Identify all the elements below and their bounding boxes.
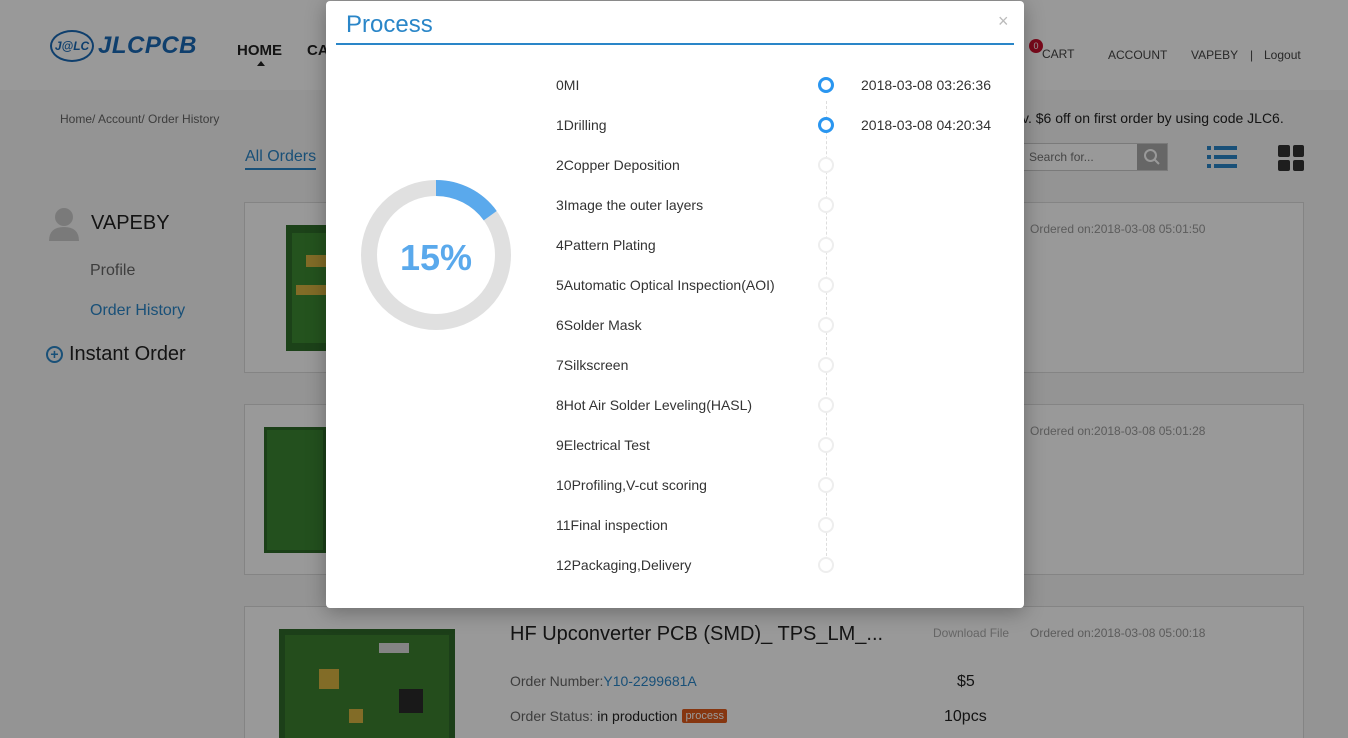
process-step: 6Solder Mask bbox=[556, 311, 1016, 341]
step-label: 11Final inspection bbox=[556, 517, 668, 533]
step-label: 5Automatic Optical Inspection(AOI) bbox=[556, 277, 775, 293]
process-step: 0MI 2018-03-08 03:26:36 bbox=[556, 71, 1016, 101]
step-pending-dot-icon bbox=[818, 197, 834, 213]
process-step: 12Packaging,Delivery bbox=[556, 551, 1016, 581]
step-label: 8Hot Air Solder Leveling(HASL) bbox=[556, 397, 753, 413]
step-pending-dot-icon bbox=[818, 277, 834, 293]
step-label: 0MI bbox=[556, 77, 580, 93]
process-step: 9Electrical Test bbox=[556, 431, 1016, 461]
step-time: 2018-03-08 04:20:34 bbox=[861, 117, 991, 133]
modal-divider bbox=[336, 43, 1014, 45]
step-label: 12Packaging,Delivery bbox=[556, 557, 692, 573]
process-step: 10Profiling,V-cut scoring bbox=[556, 471, 1016, 501]
process-step: 1Drilling 2018-03-08 04:20:34 bbox=[556, 111, 1016, 141]
progress-percent: 15% bbox=[399, 237, 473, 278]
step-pending-dot-icon bbox=[818, 157, 834, 173]
step-pending-dot-icon bbox=[818, 477, 834, 493]
step-pending-dot-icon bbox=[818, 317, 834, 333]
process-step: 5Automatic Optical Inspection(AOI) bbox=[556, 271, 1016, 301]
step-label: 6Solder Mask bbox=[556, 317, 642, 333]
step-time: 2018-03-08 03:26:36 bbox=[861, 77, 991, 93]
step-label: 4Pattern Plating bbox=[556, 237, 656, 253]
process-step: 7Silkscreen bbox=[556, 351, 1016, 381]
modal-title: Process bbox=[346, 11, 433, 38]
process-step: 3Image the outer layers bbox=[556, 191, 1016, 221]
step-label: 10Profiling,V-cut scoring bbox=[556, 477, 707, 493]
step-pending-dot-icon bbox=[818, 557, 834, 573]
step-pending-dot-icon bbox=[818, 517, 834, 533]
step-label: 7Silkscreen bbox=[556, 357, 629, 373]
step-label: 2Copper Deposition bbox=[556, 157, 680, 173]
step-pending-dot-icon bbox=[818, 437, 834, 453]
step-complete-dot-icon bbox=[818, 77, 834, 93]
step-label: 3Image the outer layers bbox=[556, 197, 704, 213]
step-label: 1Drilling bbox=[556, 117, 607, 133]
step-pending-dot-icon bbox=[818, 397, 834, 413]
step-label: 9Electrical Test bbox=[556, 437, 650, 453]
process-step: 11Final inspection bbox=[556, 511, 1016, 541]
close-icon[interactable]: × bbox=[998, 11, 1009, 32]
process-modal: Process × 15% 0MI 2018-03-08 03:26:36 1Dri… bbox=[326, 1, 1024, 608]
process-step: 4Pattern Plating bbox=[556, 231, 1016, 261]
step-pending-dot-icon bbox=[818, 357, 834, 373]
process-step: 8Hot Air Solder Leveling(HASL) bbox=[556, 391, 1016, 421]
step-complete-dot-icon bbox=[818, 117, 834, 133]
process-step: 2Copper Deposition bbox=[556, 151, 1016, 181]
step-pending-dot-icon bbox=[818, 237, 834, 253]
